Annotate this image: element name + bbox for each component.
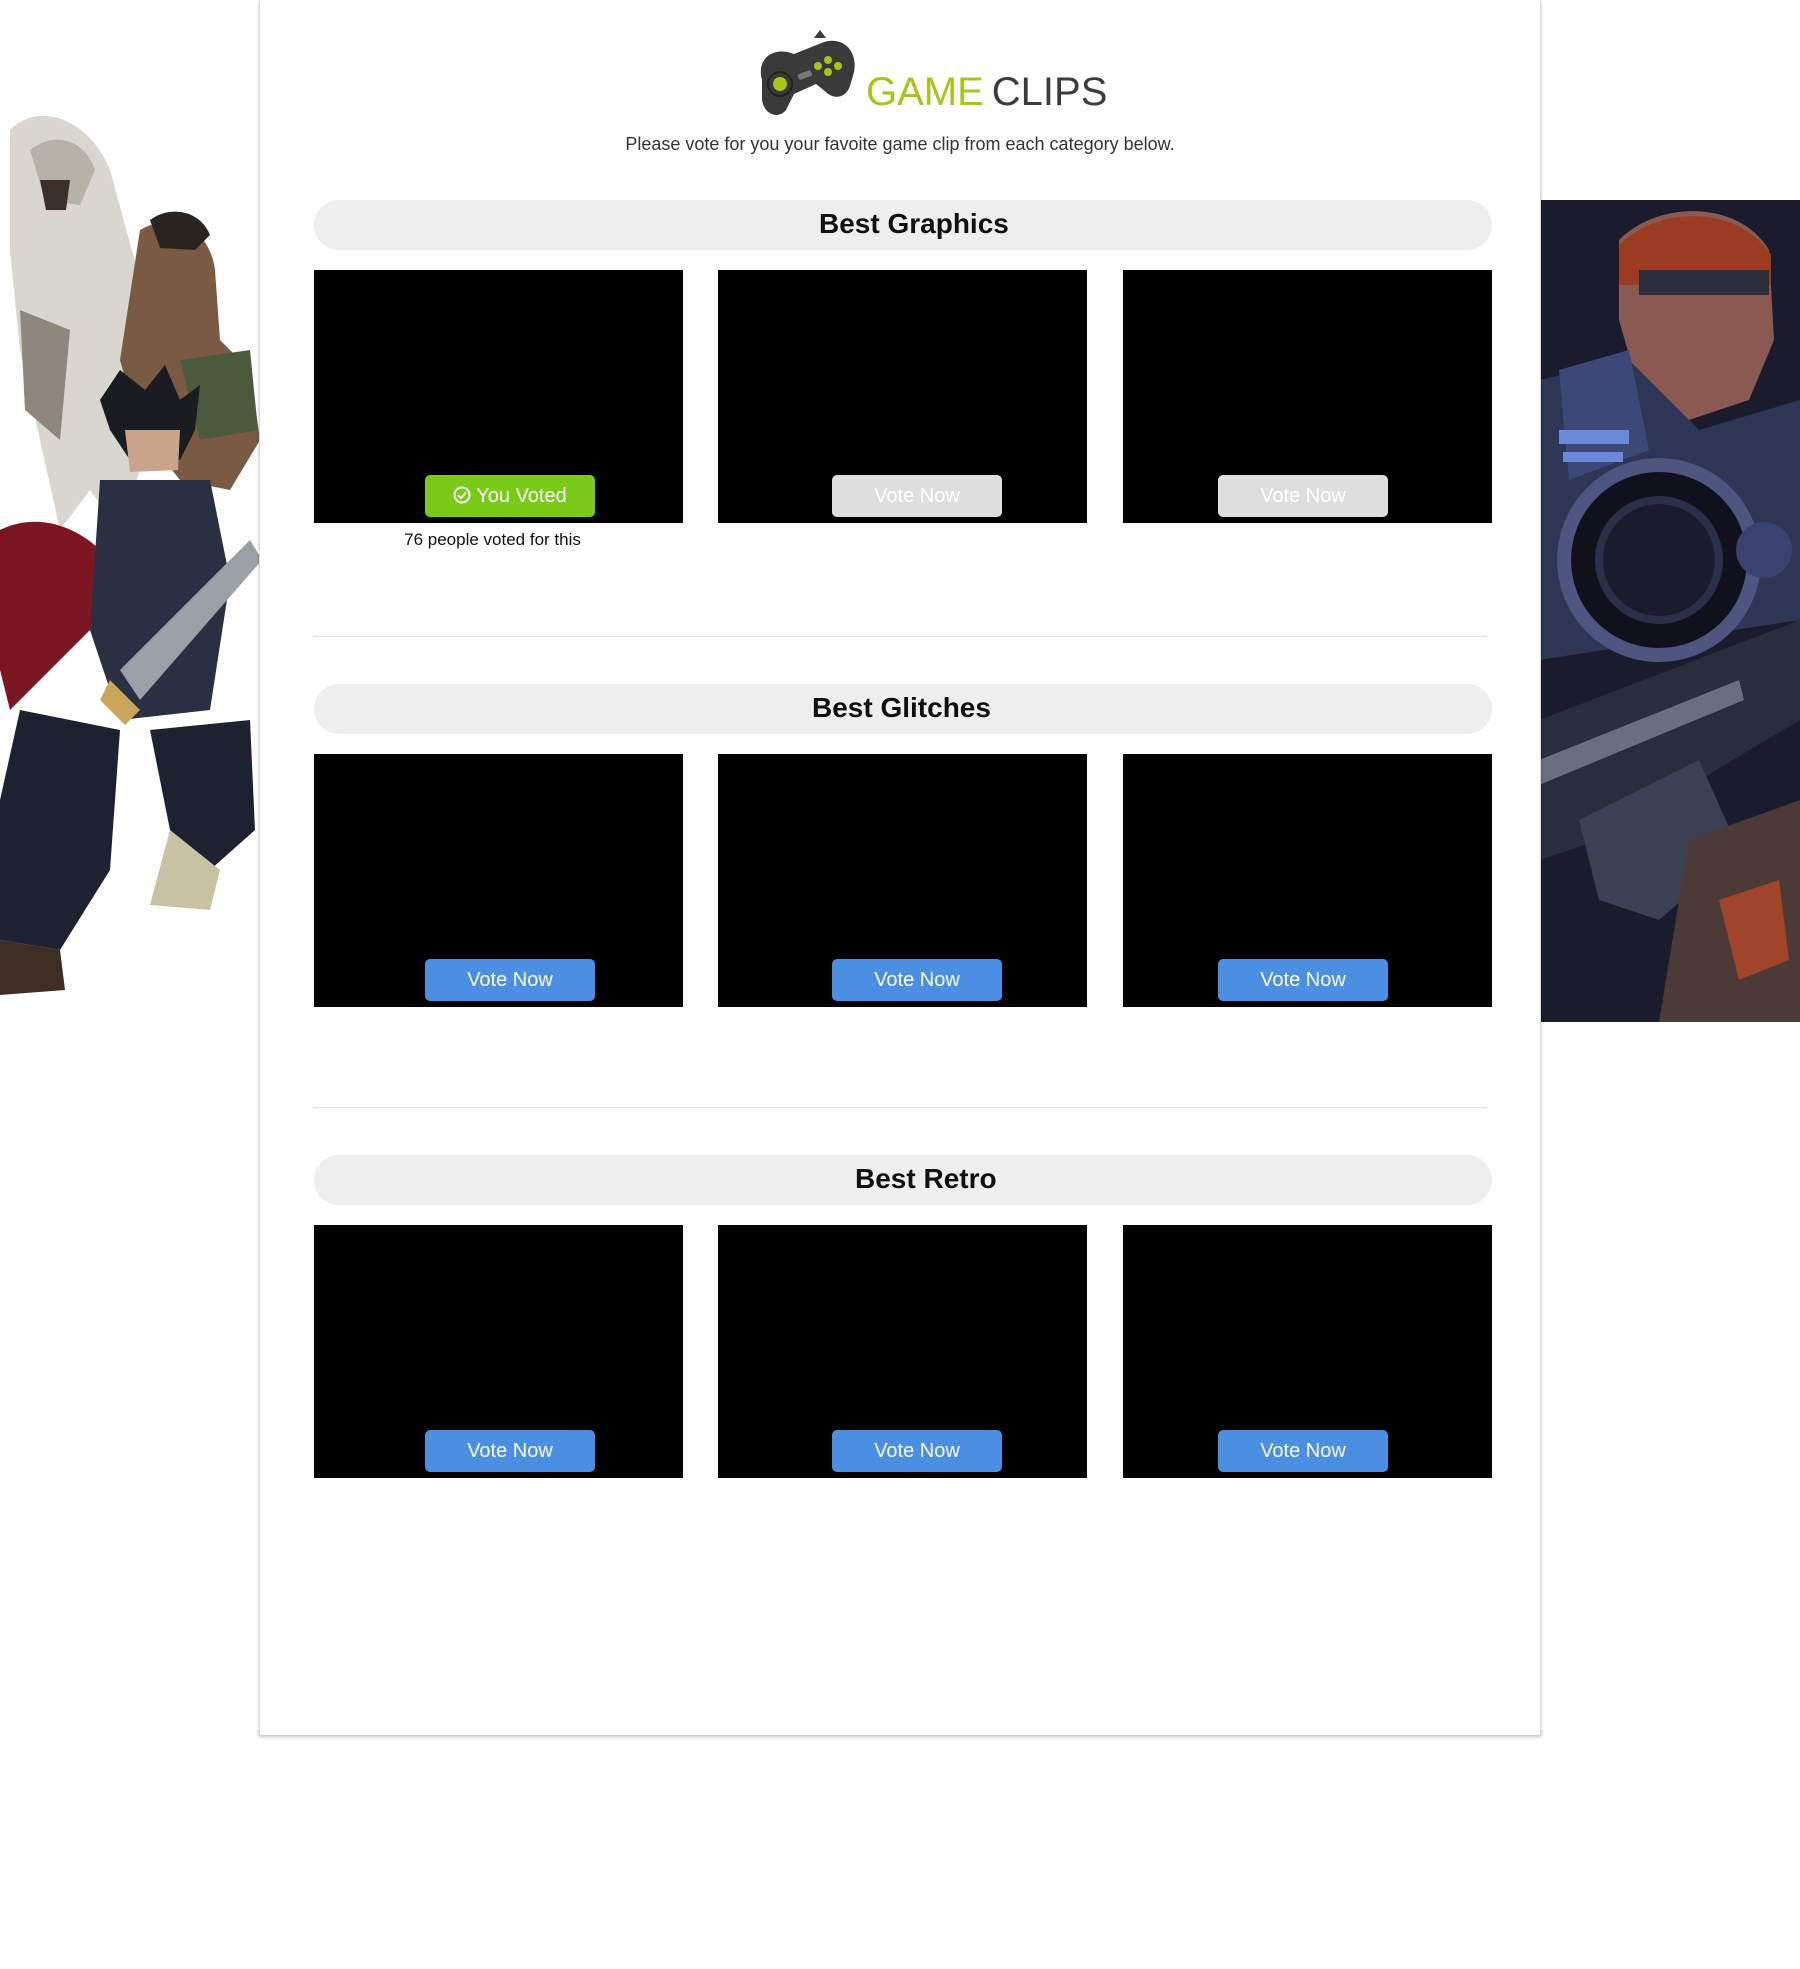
you-voted-button[interactable]: You Voted bbox=[425, 475, 595, 517]
vote-now-button[interactable]: Vote Now bbox=[425, 1430, 595, 1472]
category-title: Best Glitches bbox=[812, 692, 991, 723]
category-title-bar: Best Retro bbox=[314, 1155, 1492, 1205]
game-clips-logo: GAME CLIPS bbox=[754, 28, 1107, 120]
voting-page: GAME CLIPS Please vote for you your favoi… bbox=[259, 0, 1541, 1735]
category-best-graphics: Best Graphics You Voted 76 people voted … bbox=[314, 200, 1492, 620]
page-header: GAME CLIPS Please vote for you your favoi… bbox=[260, 28, 1540, 178]
category-title: Best Retro bbox=[855, 1163, 997, 1194]
category-title: Best Graphics bbox=[819, 208, 1009, 239]
game-characters-left-art bbox=[0, 110, 260, 1010]
check-circle-icon bbox=[453, 486, 471, 504]
vote-now-button[interactable]: Vote Now bbox=[1218, 1430, 1388, 1472]
vote-now-button-disabled: Vote Now bbox=[832, 475, 1002, 517]
category-best-glitches: Best Glitches Vote Now Vote Now Vote Now bbox=[314, 684, 1492, 1044]
vote-now-button[interactable]: Vote Now bbox=[425, 959, 595, 1001]
vote-now-button[interactable]: Vote Now bbox=[1218, 959, 1388, 1001]
category-title-bar: Best Glitches bbox=[314, 684, 1492, 734]
vote-count-text: 76 people voted for this bbox=[404, 530, 581, 549]
armored-soldier-right-art bbox=[1539, 200, 1800, 1022]
intro-text: Please vote for you your favoite game cl… bbox=[625, 134, 1175, 154]
logo-word-clips: CLIPS bbox=[991, 70, 1108, 114]
you-voted-label: You Voted bbox=[476, 485, 567, 507]
vote-now-button[interactable]: Vote Now bbox=[832, 959, 1002, 1001]
category-best-retro: Best Retro Vote Now Vote Now Vote Now bbox=[314, 1155, 1492, 1515]
gamepad-icon bbox=[760, 30, 855, 115]
vote-now-button-disabled: Vote Now bbox=[1218, 475, 1388, 517]
vote-now-button[interactable]: Vote Now bbox=[832, 1430, 1002, 1472]
logo-word-game: GAME bbox=[866, 70, 984, 114]
category-title-bar: Best Graphics bbox=[314, 200, 1492, 250]
category-divider bbox=[313, 636, 1487, 637]
logo-wordmark: GAME CLIPS bbox=[866, 70, 1107, 115]
category-divider bbox=[313, 1107, 1487, 1108]
